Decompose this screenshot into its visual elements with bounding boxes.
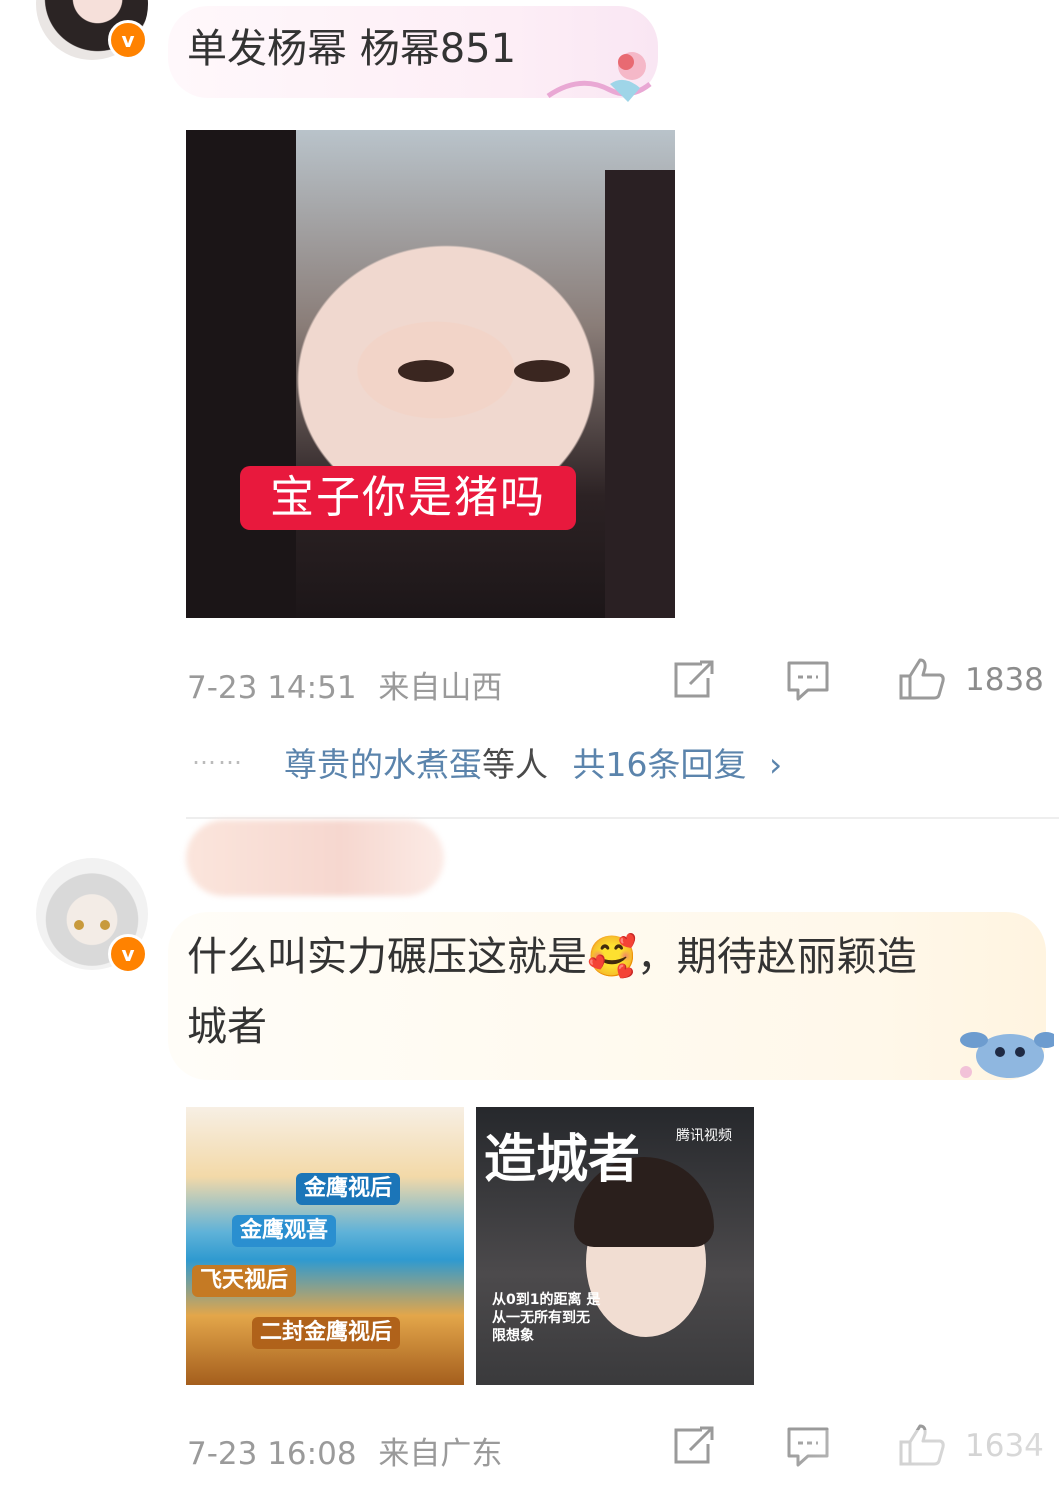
user-name-redacted bbox=[186, 820, 444, 896]
reply-dots: …… bbox=[192, 742, 244, 770]
thumbs-up-icon[interactable] bbox=[898, 656, 946, 702]
comment-meta: 7-23 16:08 来自广东 bbox=[187, 1428, 502, 1473]
poster-brand: 腾讯视频 bbox=[676, 1128, 732, 1144]
reply-count[interactable]: 共16条回复 bbox=[573, 745, 747, 784]
poster-title: 造城者 bbox=[484, 1129, 641, 1190]
view-replies-link[interactable]: 尊贵的水煮蛋等人 共16条回复 › bbox=[284, 738, 782, 786]
repost-icon[interactable] bbox=[672, 1426, 716, 1466]
comment-image[interactable]: 金鹰视后 金鹰观喜 飞天视后 二封金鹰视后 bbox=[186, 1107, 464, 1385]
comment-text: 什么叫实力碾压这就是🥰，期待赵丽颖造 城者 bbox=[187, 934, 917, 1050]
image-caption: 宝子你是猪吗 bbox=[240, 466, 576, 530]
mermaid-decoration-icon bbox=[546, 52, 652, 102]
poster-tagline: 从0到1的距离 是从一无所有到无限想象 bbox=[492, 1292, 601, 1344]
like-count: 1838 bbox=[965, 662, 1044, 698]
repost-icon[interactable] bbox=[672, 660, 716, 700]
award-tag: 飞天视后 bbox=[192, 1265, 297, 1297]
eye-left bbox=[398, 360, 454, 382]
reply-user-name[interactable]: 尊贵的水煮蛋 bbox=[284, 745, 482, 784]
comment-icon[interactable] bbox=[786, 660, 830, 702]
comment-time: 7-23 16:08 bbox=[187, 1436, 357, 1472]
comment-location: 来自广东 bbox=[378, 1436, 503, 1472]
eye-right bbox=[514, 360, 570, 382]
comment-location: 来自山西 bbox=[378, 670, 503, 706]
award-tag: 二封金鹰视后 bbox=[252, 1317, 401, 1349]
reply-others: 等人 bbox=[482, 745, 548, 784]
comment-image[interactable]: 造城者 腾讯视频 从0到1的距离 是从一无所有到无限想象 bbox=[476, 1107, 754, 1385]
verified-v-icon: v bbox=[108, 20, 148, 60]
verified-v-icon: v bbox=[108, 934, 148, 974]
award-tag: 金鹰视后 bbox=[296, 1173, 401, 1205]
divider bbox=[186, 817, 1059, 819]
watermark-overlay bbox=[780, 1430, 1059, 1487]
comment-text: 单发杨幂 杨幂851 bbox=[187, 26, 517, 72]
chevron-right-icon: › bbox=[769, 745, 783, 784]
award-tag: 金鹰观喜 bbox=[232, 1215, 337, 1247]
comment-image[interactable]: 宝子你是猪吗 bbox=[186, 130, 675, 618]
smiling-face-emoji-icon: 🥰 bbox=[587, 934, 637, 980]
comment-meta: 7-23 14:51 来自山西 bbox=[187, 662, 502, 707]
comment-time: 7-23 14:51 bbox=[187, 670, 357, 706]
